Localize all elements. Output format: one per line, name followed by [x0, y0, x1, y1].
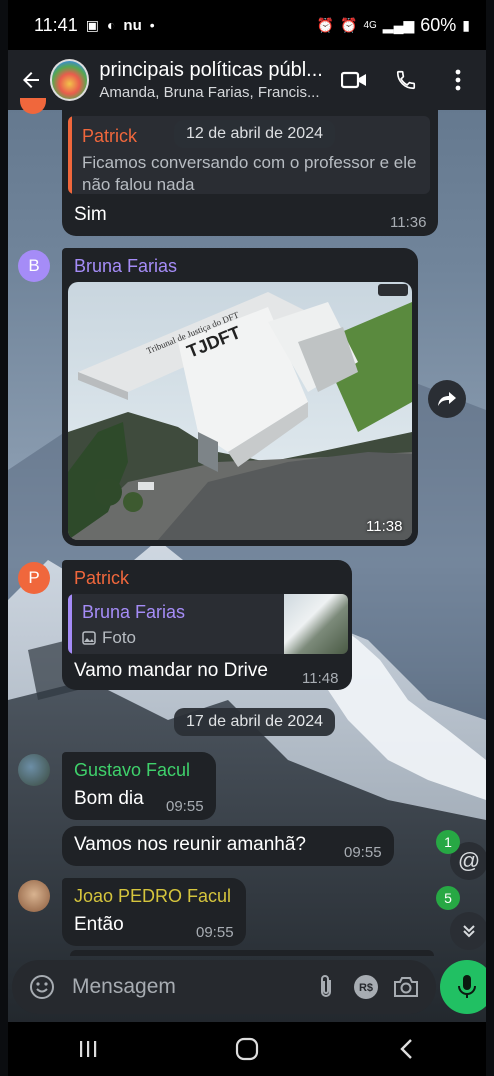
- quote-text: Ficamos conversando com o professor e el…: [82, 153, 417, 194]
- next-message-edge: [70, 950, 434, 956]
- quote-thumbnail: [284, 594, 348, 654]
- group-avatar[interactable]: [49, 59, 90, 101]
- message-text: Então: [74, 914, 124, 935]
- paperclip-icon: [321, 975, 331, 997]
- chat-header: principais políticas públ... Amanda, Bru…: [8, 50, 486, 110]
- camera-button[interactable]: [386, 967, 426, 1007]
- at-sign-icon: @: [457, 848, 481, 873]
- alarm-icon: ⏰: [340, 16, 358, 33]
- chevron-left-icon: [400, 1039, 413, 1059]
- mentions-count-badge: 1: [436, 830, 460, 854]
- message-bubble[interactable]: Joao PEDRO Facul Então 09:55: [62, 878, 246, 946]
- unread-count-badge: 5: [436, 886, 460, 910]
- quote-type-label: Foto: [102, 628, 137, 647]
- message-time: 09:55: [196, 924, 234, 941]
- battery-level: 60%: [420, 14, 457, 35]
- message-text: Vamos nos reunir amanhã?: [74, 834, 306, 855]
- chat-title: principais políticas públ...: [99, 59, 323, 81]
- quoted-message[interactable]: Bruna Farias Foto: [68, 594, 348, 654]
- message-composer: R$: [12, 960, 436, 1014]
- signal-icon: ▂▄▆: [382, 16, 415, 33]
- message-sender: Patrick: [74, 568, 130, 588]
- chat-members: Amanda, Bruna Farias, Francis...: [99, 84, 320, 101]
- avatar[interactable]: [18, 754, 50, 786]
- attach-button[interactable]: [306, 967, 346, 1007]
- avatar-initial: P: [28, 568, 40, 587]
- battery-icon: ▮: [462, 16, 470, 33]
- whatsapp-notification-icon: ◐: [106, 17, 116, 33]
- forward-button[interactable]: [428, 380, 466, 418]
- message-time: 11:48: [302, 670, 339, 687]
- payment-button[interactable]: R$: [346, 967, 386, 1007]
- emoji-button[interactable]: [22, 967, 62, 1007]
- svg-text:R$: R$: [359, 982, 373, 994]
- message-time: 11:36: [390, 214, 427, 231]
- double-chevron-down-icon: [463, 925, 475, 938]
- quote-sender: Patrick: [82, 126, 138, 146]
- currency-real-icon: R$: [354, 975, 378, 999]
- message-time: 11:38: [366, 518, 403, 535]
- video-camera-icon: [341, 71, 366, 89]
- alarm-lock-icon: ⏰: [316, 16, 335, 33]
- video-call-button[interactable]: [332, 58, 376, 102]
- quote-sender: Bruna Farias: [82, 602, 186, 622]
- avatar-initial: B: [28, 256, 40, 275]
- dot-icon: •: [149, 17, 155, 33]
- avatar[interactable]: P: [18, 562, 50, 594]
- back-button[interactable]: [14, 62, 48, 98]
- microphone-icon: [458, 975, 476, 998]
- message-text: Bom dia: [74, 788, 144, 809]
- photo-message-bubble[interactable]: Bruna Farias Tribunal de Justiça do DFT …: [62, 248, 418, 546]
- home-button[interactable]: [217, 1029, 277, 1069]
- message-input[interactable]: [72, 975, 282, 999]
- smiley-icon: [30, 975, 54, 999]
- date-separator: 17 de abril de 2024: [174, 708, 335, 736]
- phone-screen: 11:41 ▣ ◐ nu • ⏰ ⏰ 4G ▂▄▆ 60% ▮ principa…: [8, 0, 486, 1076]
- photo-attachment[interactable]: Tribunal de Justiça do DFT TJDFT 11:38: [68, 282, 412, 540]
- message-bubble[interactable]: Patrick Bruna Farias Foto Vamo mandar no…: [62, 560, 352, 690]
- message-bubble[interactable]: Gustavo Facul Bom dia 09:55: [62, 752, 216, 820]
- forward-arrow-icon: [438, 392, 456, 406]
- date-separator: 12 de abril de 2024: [174, 120, 335, 148]
- system-nav-bar: [8, 1022, 486, 1076]
- quote-media-type: Foto: [82, 628, 136, 648]
- gallery-icon: ▣: [85, 16, 99, 33]
- message-time: 09:55: [166, 798, 204, 815]
- avatar[interactable]: B: [18, 250, 50, 282]
- message-bubble[interactable]: Vamos nos reunir amanhã? 09:55: [62, 826, 394, 866]
- status-bar: 11:41 ▣ ◐ nu • ⏰ ⏰ 4G ▂▄▆ 60% ▮: [8, 0, 486, 50]
- system-back-button[interactable]: [376, 1029, 436, 1069]
- kebab-menu-icon: [455, 69, 461, 91]
- voice-call-button[interactable]: [384, 58, 428, 102]
- message-text: Sim: [74, 204, 107, 225]
- avatar[interactable]: [18, 880, 50, 912]
- home-icon: [235, 1037, 259, 1061]
- quote-accent-bar: [68, 594, 72, 654]
- status-time: 11:41: [34, 14, 78, 35]
- chat-title-area[interactable]: principais políticas públ... Amanda, Bru…: [99, 59, 332, 101]
- message-sender: Gustavo Facul: [74, 760, 191, 780]
- image-icon: [82, 631, 96, 645]
- camera-icon: [394, 977, 418, 997]
- scroll-to-bottom-button[interactable]: [450, 912, 486, 950]
- network-type: 4G: [363, 19, 377, 31]
- message-sender: Bruna Farias: [74, 256, 178, 276]
- phone-icon: [396, 70, 416, 90]
- voice-message-button[interactable]: [440, 960, 486, 1014]
- recent-apps-button[interactable]: [58, 1029, 118, 1069]
- arrow-left-icon: [22, 72, 39, 88]
- message-time: 09:55: [344, 844, 382, 861]
- tjdft-building-photo: Tribunal de Justiça do DFT TJDFT: [68, 282, 412, 540]
- message-sender: Joao PEDRO Facul: [74, 886, 232, 906]
- nubank-icon: nu: [123, 16, 142, 34]
- quote-accent-bar: [68, 116, 72, 194]
- recents-icon: [79, 1041, 96, 1057]
- message-text: Vamo mandar no Drive: [74, 660, 268, 681]
- more-options-button[interactable]: [436, 58, 480, 102]
